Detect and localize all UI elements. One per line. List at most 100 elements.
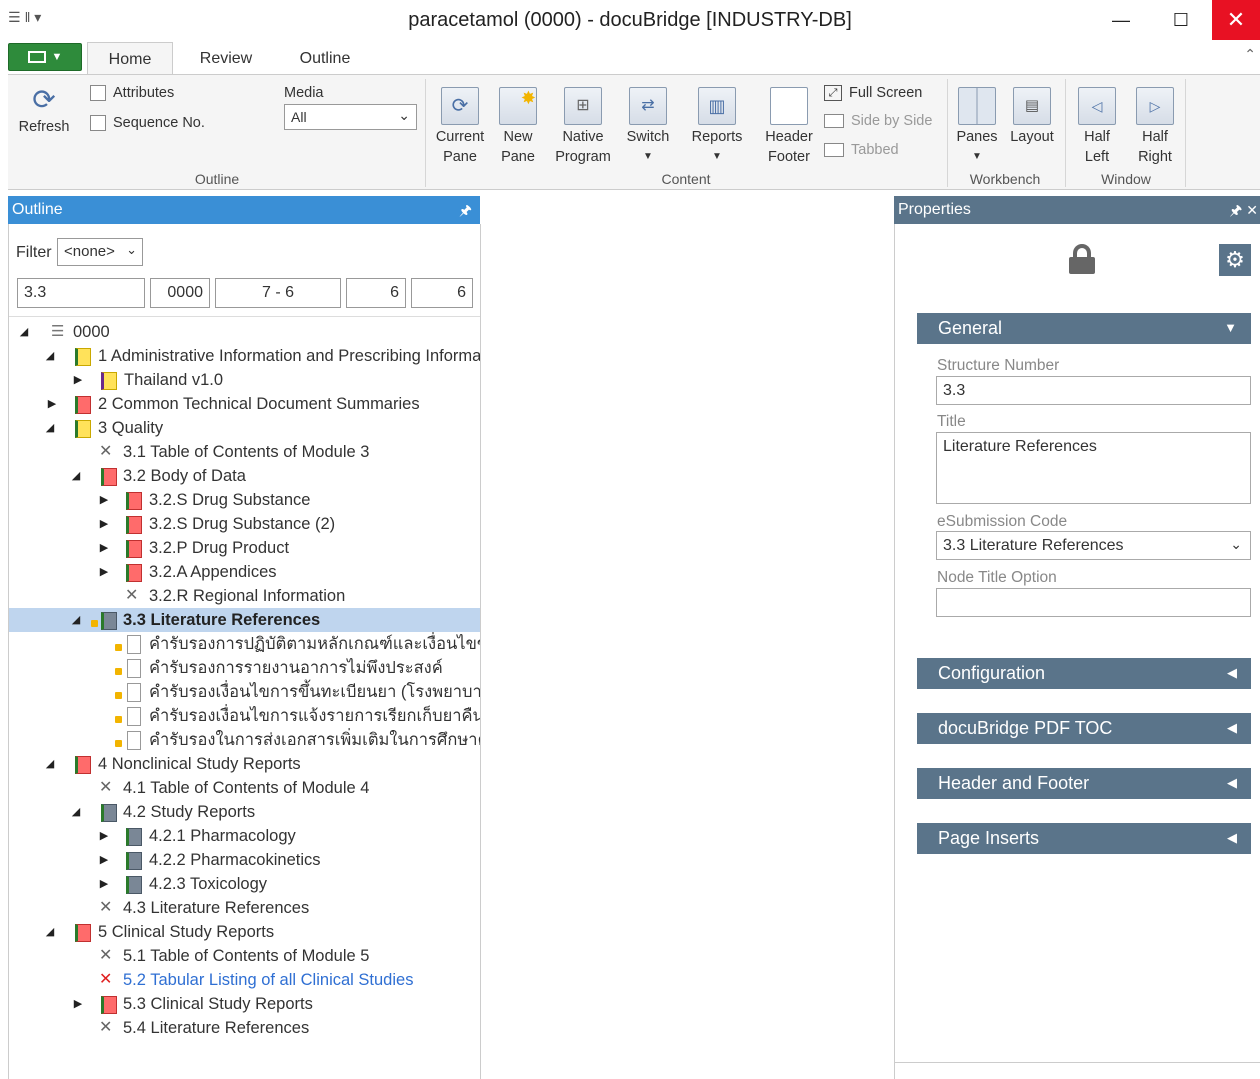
collapse-ribbon-icon[interactable]: ⌃	[1244, 46, 1256, 63]
expand-arrow-icon[interactable]: ▶	[71, 992, 85, 1016]
collapse-arrow-icon[interactable]: ◢	[17, 320, 31, 344]
document-area[interactable]	[482, 190, 894, 1079]
maximize-button[interactable]: ☐	[1158, 0, 1204, 40]
tree-node[interactable]: ◢ 4.2 Study Reports	[9, 800, 480, 824]
side-by-side-button[interactable]: Side by Side	[824, 113, 932, 129]
attributes-checkbox[interactable]: Attributes	[90, 85, 174, 101]
pin-icon[interactable]: 🖈	[459, 200, 472, 224]
tree-node[interactable]: ▶ 3.2.P Drug Product	[9, 536, 480, 560]
sequence-field[interactable]: 0000	[150, 278, 210, 308]
header-footer-section-header[interactable]: Header and Footer ◀	[917, 768, 1251, 799]
tree-node[interactable]: คำรับรองเงื่อนไขการแจ้งรายการเรียกเก็บยา…	[9, 704, 480, 728]
tree-node[interactable]: ✕ 5.1 Table of Contents of Module 5	[9, 944, 480, 968]
sequence-range-field[interactable]: 7 - 6	[215, 278, 341, 308]
tree-node[interactable]: ✕ 4.3 Literature References	[9, 896, 480, 920]
tree-node[interactable]: คำรับรองการรายงานอาการไม่พึงประสงค์	[9, 656, 480, 680]
expand-arrow-icon[interactable]: ▶	[97, 848, 111, 872]
title-textarea[interactable]: Literature References	[936, 432, 1251, 504]
tree-node[interactable]: ◢ 3.2 Body of Data	[9, 464, 480, 488]
tree-node[interactable]: ✕ 4.1 Table of Contents of Module 4	[9, 776, 480, 800]
close-button[interactable]: ✕	[1212, 0, 1260, 40]
section-title: docuBridge PDF TOC	[938, 718, 1113, 738]
sequence-no-checkbox[interactable]: Sequence No.	[90, 115, 205, 131]
tree-node[interactable]: ✕ 5.2 Tabular Listing of all Clinical St…	[9, 968, 480, 992]
tabbed-button[interactable]: Tabbed	[824, 142, 899, 158]
pdf-toc-section-header[interactable]: docuBridge PDF TOC ◀	[917, 713, 1251, 744]
tree-node[interactable]: ◢ 1 Administrative Information and Presc…	[9, 344, 480, 368]
file-menu-button[interactable]: ▼	[8, 43, 82, 71]
sequence-from-field[interactable]: 6	[346, 278, 406, 308]
refresh-button[interactable]: ⟳ Refresh	[14, 85, 74, 137]
switch-button[interactable]: ⇄ Switch ▼	[620, 87, 676, 167]
sequence-to-field[interactable]: 6	[411, 278, 473, 308]
pin-close-icon[interactable]: 🖈 ✕	[1229, 200, 1258, 224]
expand-arrow-icon[interactable]: ▶	[97, 488, 111, 512]
tree-node[interactable]: ✕ 3.1 Table of Contents of Module 3	[9, 440, 480, 464]
tree-node-label: 5 Clinical Study Reports	[98, 923, 275, 941]
layout-label: Layout	[1010, 129, 1054, 145]
tree-node-selected[interactable]: ◢ 3.3 Literature References	[9, 608, 480, 632]
tab-outline[interactable]: Outline	[286, 42, 364, 74]
tree-node[interactable]: คำรับรองเงื่อนไขการขึ้นทะเบียนยา (โรงพยา…	[9, 680, 480, 704]
media-select[interactable]: All ⌄	[284, 104, 417, 130]
general-section-header[interactable]: General ▼	[917, 313, 1251, 344]
node-title-option-input[interactable]	[936, 588, 1251, 617]
expand-arrow-icon[interactable]: ▶	[97, 824, 111, 848]
tree-node[interactable]: คำรับรองในการส่งเอกสารเพิ่มเติมในการศึกษ…	[9, 728, 480, 752]
current-pane-button[interactable]: ⟳ Current Pane	[432, 87, 488, 167]
collapse-arrow-icon[interactable]: ◢	[43, 344, 57, 368]
expand-arrow-icon[interactable]: ▶	[97, 536, 111, 560]
expand-arrow-icon[interactable]: ▶	[45, 392, 59, 416]
collapse-arrow-icon[interactable]: ◢	[43, 752, 57, 776]
tree-node[interactable]: ▶ 4.2.1 Pharmacology	[9, 824, 480, 848]
structure-number-field[interactable]: 3.3	[17, 278, 145, 308]
properties-pane: ⚙ General ▼ Structure Number 3.3 Title L…	[894, 224, 1260, 1079]
tree-node[interactable]: ✕ 3.2.R Regional Information	[9, 584, 480, 608]
tree-node[interactable]: ▶ 5.3 Clinical Study Reports	[9, 992, 480, 1016]
tree-node[interactable]: ▶ Thailand v1.0	[9, 368, 480, 392]
tree-node[interactable]: ▶ 3.2.S Drug Substance (2)	[9, 512, 480, 536]
tab-home[interactable]: Home	[87, 42, 173, 74]
current-pane-label-1: Current	[435, 129, 485, 145]
collapse-arrow-icon[interactable]: ◢	[69, 464, 83, 488]
native-program-button[interactable]: ⊞ Native Program	[550, 87, 616, 167]
collapse-arrow-icon[interactable]: ◢	[43, 416, 57, 440]
reports-button[interactable]: ▥ Reports ▼	[688, 87, 746, 167]
gear-icon[interactable]: ⚙	[1219, 244, 1251, 276]
current-pane-label-2: Pane	[443, 149, 477, 165]
folder-icon	[75, 396, 91, 414]
minimize-button[interactable]: —	[1098, 0, 1144, 40]
structure-number-input[interactable]: 3.3	[936, 376, 1251, 405]
layout-button[interactable]: ▤ Layout	[1006, 87, 1058, 147]
tree-node[interactable]: ◢ 3 Quality	[9, 416, 480, 440]
tree-node[interactable]: ▶ 4.2.3 Toxicology	[9, 872, 480, 896]
panes-button[interactable]: Panes ▼	[952, 87, 1002, 167]
tree-node[interactable]: ◢ 5 Clinical Study Reports	[9, 920, 480, 944]
esubmission-code-select[interactable]: 3.3 Literature References ⌄	[936, 531, 1251, 560]
new-pane-button[interactable]: ✸ New Pane	[492, 87, 544, 167]
full-screen-label: Full Screen	[849, 85, 923, 101]
full-screen-button[interactable]: ⤢ Full Screen	[824, 85, 922, 101]
tree-node[interactable]: ▶ 3.2.S Drug Substance	[9, 488, 480, 512]
configuration-section-header[interactable]: Configuration ◀	[917, 658, 1251, 689]
tree-node[interactable]: ▶ 4.2.2 Pharmacokinetics	[9, 848, 480, 872]
expand-arrow-icon[interactable]: ▶	[71, 368, 85, 392]
tree-node[interactable]: ✕ 5.4 Literature References	[9, 1016, 480, 1040]
half-left-button[interactable]: ◁ Half Left	[1072, 87, 1122, 167]
half-right-button[interactable]: ▷ Half Right	[1130, 87, 1180, 167]
tree-node[interactable]: ◢ ☰ 0000	[9, 320, 480, 344]
expand-arrow-icon[interactable]: ▶	[97, 512, 111, 536]
page-inserts-section-header[interactable]: Page Inserts ◀	[917, 823, 1251, 854]
tree-node[interactable]: ◢ 4 Nonclinical Study Reports	[9, 752, 480, 776]
tree-node[interactable]: ▶ 3.2.A Appendices	[9, 560, 480, 584]
expand-arrow-icon[interactable]: ▶	[97, 872, 111, 896]
collapse-arrow-icon[interactable]: ◢	[69, 800, 83, 824]
expand-arrow-icon[interactable]: ▶	[97, 560, 111, 584]
collapse-arrow-icon[interactable]: ◢	[69, 608, 83, 632]
collapse-arrow-icon[interactable]: ◢	[43, 920, 57, 944]
tree-node[interactable]: คำรับรองการปฏิบัติตามหลักเกณฑ์และเงื่อนไ…	[9, 632, 480, 656]
header-footer-button[interactable]: Header Footer	[760, 87, 818, 167]
tab-review[interactable]: Review	[186, 42, 266, 74]
filter-select[interactable]: <none> ⌄	[57, 238, 143, 266]
tree-node[interactable]: ▶ 2 Common Technical Document Summaries	[9, 392, 480, 416]
